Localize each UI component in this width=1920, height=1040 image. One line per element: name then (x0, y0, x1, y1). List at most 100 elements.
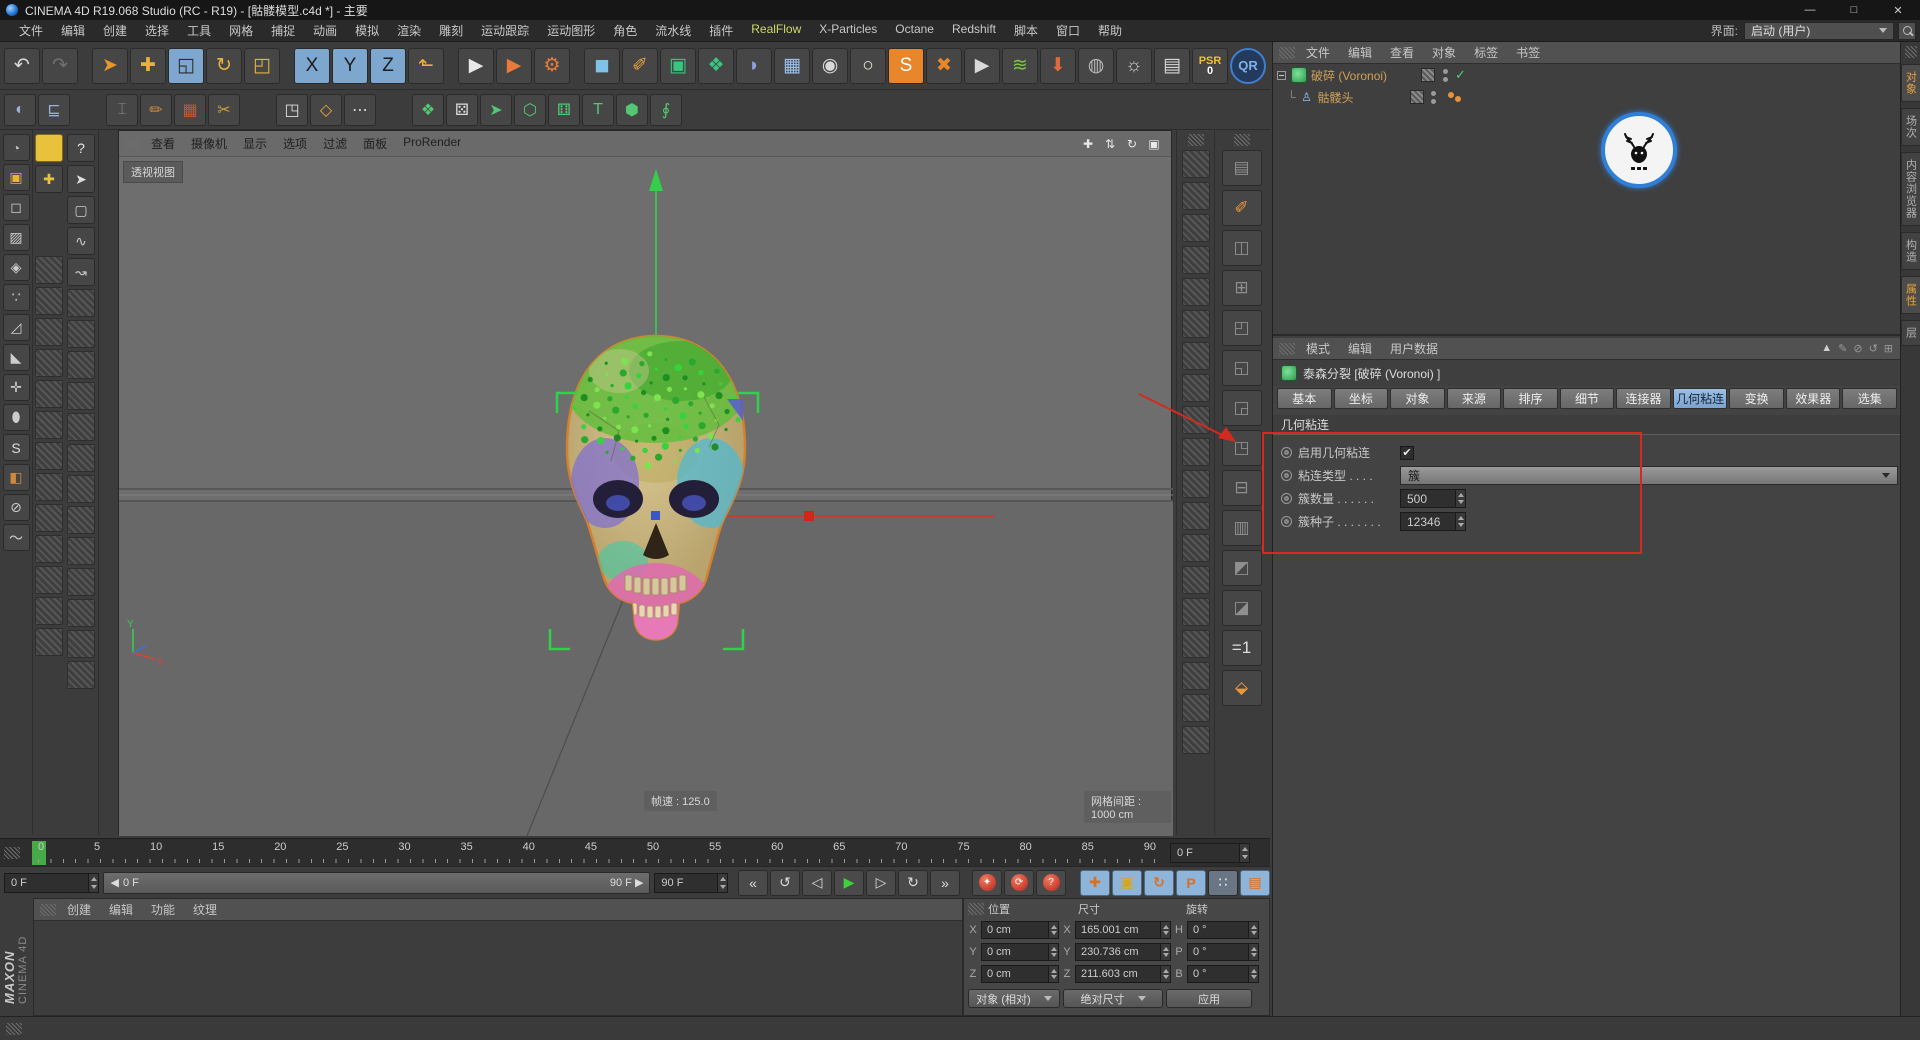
stepper-icon[interactable] (1248, 944, 1258, 960)
pan-view-icon[interactable]: ✚ (1079, 135, 1097, 153)
green-arrow-icon[interactable]: ➤ (480, 93, 512, 126)
vertical-tab[interactable]: 场次 (1900, 108, 1920, 146)
enabled-check-icon[interactable]: ✓ (1455, 67, 1466, 83)
rotation-field[interactable]: 0 ° (1187, 943, 1259, 961)
palette-tile-icon[interactable] (35, 349, 63, 377)
timeline-ruler[interactable]: 0 5 10 15 20 25 30 35 40 45 50 55 60 65 70 75 80 85 90 (32, 839, 1162, 866)
palette-tile-icon[interactable] (67, 630, 95, 658)
menu-item[interactable]: 文件 (10, 22, 52, 39)
menu-item[interactable]: 工具 (178, 22, 220, 39)
palette-tile-icon[interactable] (35, 411, 63, 439)
box-tool-icon[interactable]: ▢ (67, 196, 95, 224)
palette-tile-icon[interactable] (1181, 534, 1210, 562)
rotate-icon[interactable]: ↻ (206, 47, 242, 84)
position-field[interactable]: 0 cm (981, 921, 1059, 939)
material-menu-item[interactable]: 功能 (142, 901, 184, 918)
attribute-tab[interactable]: 效果器 (1785, 388, 1841, 409)
timeline-range-slider[interactable]: ◀ 0 F 90 F ▶ (103, 871, 651, 894)
psr-reset-icon[interactable]: PSR 0 (1192, 47, 1228, 84)
mirror-icon[interactable]: ◲ (1221, 390, 1262, 426)
edges-mode-icon[interactable]: ◿ (2, 314, 30, 341)
cube-stack-icon[interactable]: ◫ (1221, 230, 1262, 266)
redo-icon[interactable]: ↷ (42, 47, 78, 84)
snap-lock-icon[interactable]: ⊘ (2, 494, 30, 521)
palette-tile-icon[interactable] (67, 568, 95, 596)
attribute-tab[interactable]: 基本 (1277, 388, 1332, 409)
record-key-button[interactable]: ✦ (972, 869, 1003, 896)
om-menu-item[interactable]: 书签 (1507, 44, 1549, 61)
lock-y-icon[interactable]: Y (332, 47, 368, 84)
palette-tile-icon[interactable] (1181, 470, 1210, 498)
lock-x-icon[interactable]: X (294, 47, 330, 84)
object-row-skull[interactable]: └ ♙ 骷髅头 (1273, 86, 1901, 108)
enable-glue-checkbox[interactable]: ✔ (1400, 445, 1414, 460)
interface-dropdown[interactable]: 启动 (用户) (1744, 21, 1894, 40)
layer-icon[interactable] (1409, 90, 1424, 104)
visibility-dots-icon[interactable] (1430, 90, 1438, 104)
palette-tile-icon[interactable] (1181, 630, 1210, 658)
size-field[interactable]: 165.001 cm (1075, 921, 1171, 939)
menu-item[interactable]: 脚本 (1005, 22, 1047, 39)
render-region-icon[interactable]: ◔ (2, 134, 30, 161)
palette-tile-icon[interactable] (67, 382, 95, 410)
rotate-view-icon[interactable]: ↻ (1123, 135, 1141, 153)
dice-icon[interactable]: ⚄ (446, 93, 478, 126)
palette-tile-icon[interactable] (1181, 598, 1210, 626)
palette-tile-icon[interactable] (1181, 182, 1210, 210)
generator-icon[interactable]: ❖ (698, 47, 734, 84)
play-reverse-button[interactable]: ↺ (770, 869, 801, 896)
object-row-voronoi[interactable]: 破碎 (Voronoi) ✓ (1273, 64, 1901, 86)
pair-tool-icon[interactable]: ⌶ (106, 93, 138, 126)
layer-icon[interactable] (1421, 68, 1436, 82)
voronoi-fracture-icon[interactable]: ⬡ (514, 93, 546, 126)
keyframe-radio-icon[interactable] (1281, 470, 1292, 481)
material-menu-item[interactable]: 编辑 (100, 901, 142, 918)
paint-bucket-icon[interactable]: ◧ (2, 464, 30, 491)
maximize-view-icon[interactable]: ▣ (1145, 135, 1163, 153)
spiral-icon[interactable]: ∮ (650, 93, 682, 126)
menu-item[interactable]: Redshift (943, 22, 1005, 39)
position-field[interactable]: 0 cm (981, 943, 1059, 961)
stepper-icon[interactable] (1160, 966, 1170, 982)
stepper-icon[interactable] (1048, 922, 1058, 938)
palette-tile-icon[interactable] (1181, 662, 1210, 690)
vertical-tab[interactable]: 内容浏览器 (1900, 152, 1920, 226)
play-mode-button[interactable]: ↻ (898, 869, 929, 896)
size-mode-dropdown[interactable]: 绝对尺寸 (1063, 989, 1163, 1008)
palette-tile-icon[interactable] (35, 442, 63, 470)
loft-icon[interactable]: ◩ (1221, 550, 1262, 586)
render-settings-icon[interactable]: ⚙ (534, 47, 570, 84)
goto-end-button[interactable]: » (930, 869, 961, 896)
menu-item[interactable]: 捕捉 (262, 22, 304, 39)
mouse-mode-icon[interactable]: ⬮ (2, 404, 30, 431)
palette-tile-icon[interactable] (1181, 406, 1210, 434)
attribute-tab[interactable]: 坐标 (1333, 388, 1389, 409)
drag-grip-icon[interactable] (1187, 134, 1204, 146)
attr-history-icon[interactable]: ↺ (1869, 342, 1878, 355)
palette-tile-icon[interactable] (35, 597, 63, 625)
stepper-icon[interactable] (1048, 966, 1058, 982)
object-name[interactable]: 骷髅头 (1318, 89, 1354, 106)
viewport-menu-item[interactable]: 摄像机 (183, 135, 235, 152)
workplane-icon[interactable]: ▤ (1154, 47, 1190, 84)
goto-start-button[interactable]: « (738, 869, 769, 896)
menu-item[interactable]: 渲染 (388, 22, 430, 39)
stepper-icon[interactable] (1239, 843, 1249, 862)
drag-grip-icon[interactable] (1904, 46, 1917, 58)
realflow-tag-icon[interactable] (1447, 92, 1461, 102)
viewport-menu-item[interactable]: 过滤 (315, 135, 355, 152)
apply-button[interactable]: 应用 (1166, 989, 1252, 1008)
live-selection-icon[interactable]: ➤ (92, 47, 128, 84)
prev-frame-button[interactable]: ◁ (802, 869, 833, 896)
om-menu-item[interactable]: 查看 (1381, 44, 1423, 61)
menu-item[interactable]: 帮助 (1089, 22, 1131, 39)
palette-tile-icon[interactable] (35, 473, 63, 501)
workplane-mode-icon[interactable]: ◈ (2, 254, 30, 281)
viewport-menu-item[interactable]: 选项 (275, 135, 315, 152)
viewport[interactable]: 查看 摄像机 显示 选项 过滤 面板 ProRender ✚ ⇅ ↻ ▣ 透视视图 (118, 130, 1173, 836)
zoom-view-icon[interactable]: ⇅ (1101, 135, 1119, 153)
toggle-parameter-button[interactable]: P (1176, 869, 1207, 896)
next-frame-button[interactable]: ▷ (866, 869, 897, 896)
attribute-tab[interactable]: 来源 (1446, 388, 1502, 409)
grid-dots-icon[interactable]: ⋯ (344, 93, 376, 126)
